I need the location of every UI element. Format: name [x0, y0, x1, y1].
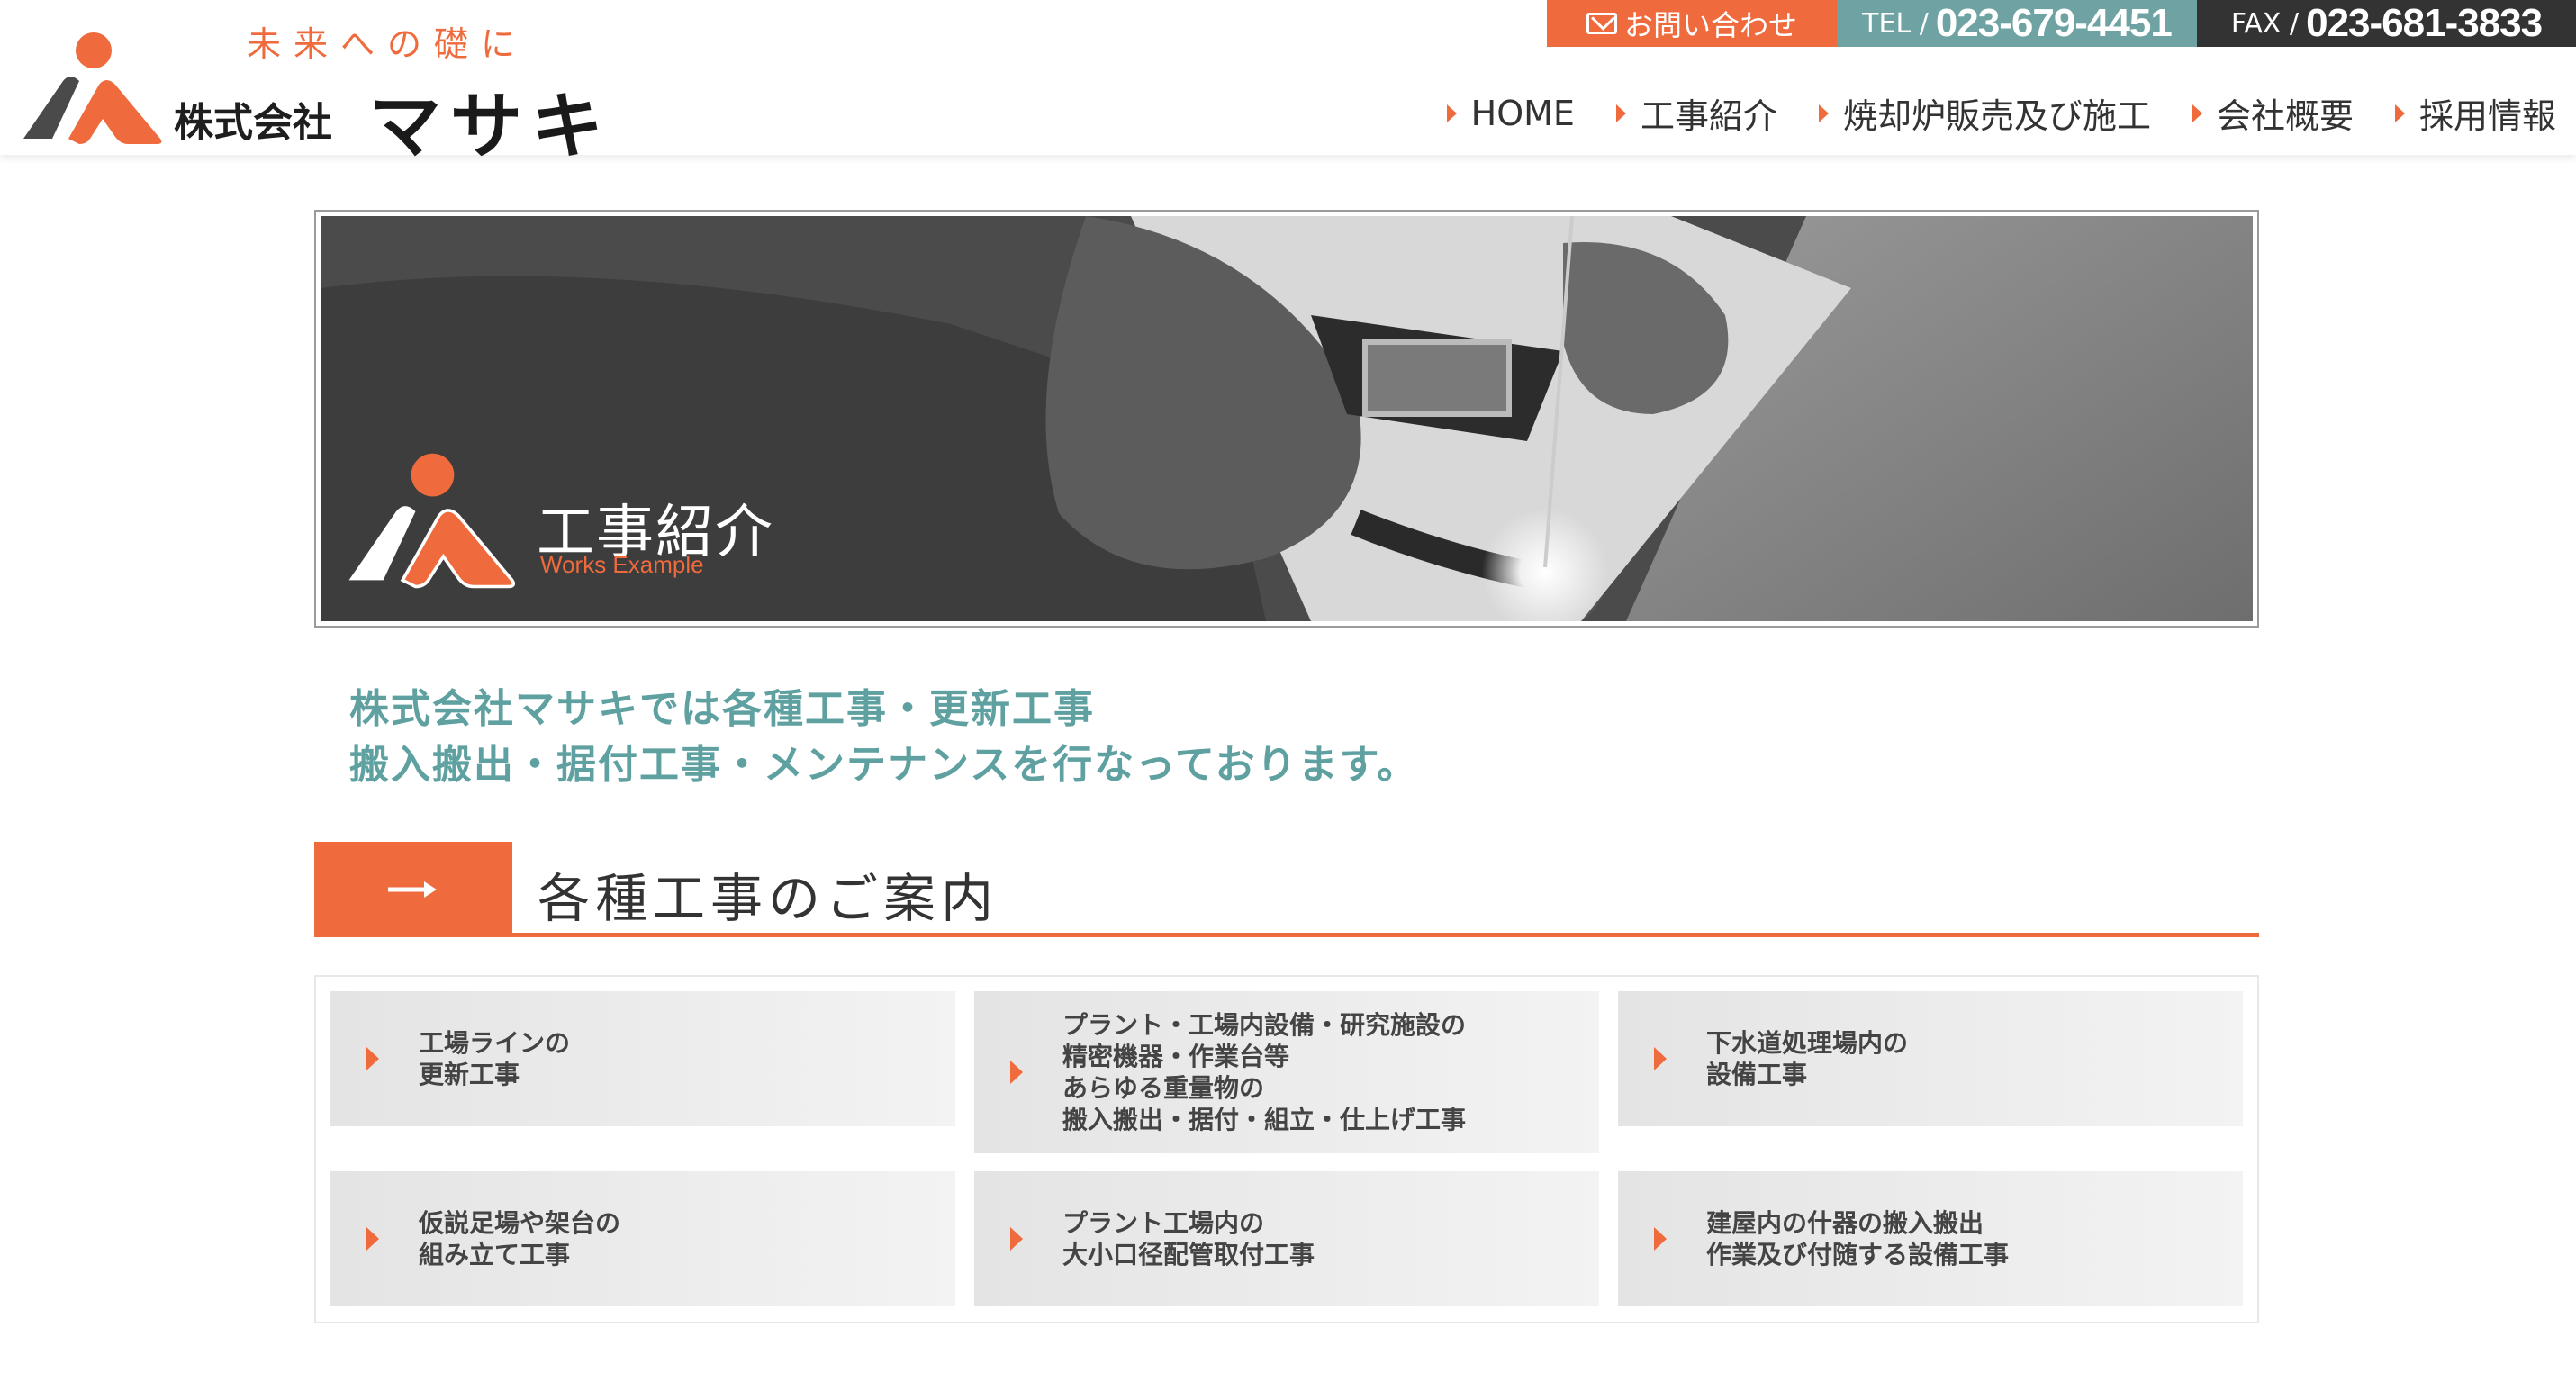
intro-text: 株式会社マサキでは各種工事・更新工事 搬入搬出・据付工事・メンテナンスを行なって… [349, 682, 1418, 793]
intro-line-1: 株式会社マサキでは各種工事・更新工事 [349, 686, 1095, 732]
nav-item-label: 採用情報 [2418, 96, 2556, 136]
fax-info: FAX / 023-681-3833 [2197, 0, 2576, 47]
nav-item-label: HOME [1470, 93, 1575, 133]
nav-item-recruit[interactable]: 採用情報 [2394, 88, 2556, 138]
service-card: 建屋内の什器の搬入搬出 作業及び付随する設備工事 [1618, 1171, 2243, 1306]
service-text: 下水道処理場内の 設備工事 [1706, 1028, 1909, 1089]
nav-item-company[interactable]: 会社概要 [2192, 88, 2354, 138]
caret-right-icon [2394, 104, 2405, 122]
caret-right-icon [1446, 104, 1457, 122]
caret-right-icon [366, 1227, 379, 1251]
tel-link[interactable]: TEL / 023-679-4451 [1837, 0, 2197, 47]
company-logo[interactable]: 未来への礎に 株式会社 マサキ [16, 9, 610, 168]
contact-button[interactable]: お問い合わせ [1547, 0, 1837, 47]
nav-item-label: 工事紹介 [1640, 96, 1777, 136]
service-card: 下水道処理場内の 設備工事 [1618, 991, 2243, 1126]
arrow-right-icon [388, 881, 437, 898]
tagline: 未来への礎に [247, 24, 529, 64]
mail-icon [1586, 13, 1617, 34]
page-banner: 工事紹介 Works Example [314, 210, 2259, 628]
service-text: 建屋内の什器の搬入搬出 作業及び付随する設備工事 [1706, 1208, 2010, 1269]
nav-item-home[interactable]: HOME [1446, 88, 1575, 138]
service-text: プラント・工場内設備・研究施設の 精密機器・作業台等 あらゆる重量物の 搬入搬出… [1062, 1010, 1467, 1134]
caret-right-icon [366, 1047, 379, 1070]
service-card: プラント工場内の 大小口径配管取付工事 [974, 1171, 1599, 1306]
intro-line-2: 搬入搬出・据付工事・メンテナンスを行なっております。 [349, 742, 1419, 788]
service-card: プラント・工場内設備・研究施設の 精密機器・作業台等 あらゆる重量物の 搬入搬出… [974, 991, 1599, 1153]
section-heading: 各種工事のご案内 [314, 842, 2259, 937]
main-nav: HOME 工事紹介 焼却炉販売及び施工 会社概要 採用情報 [1446, 88, 2556, 138]
caret-right-icon [1654, 1227, 1667, 1251]
service-text: プラント工場内の 大小口径配管取付工事 [1062, 1208, 1315, 1269]
banner-subtitle: Works Example [540, 551, 704, 578]
service-text: 仮説足場や架台の 組み立て工事 [419, 1208, 621, 1269]
company-prefix: 株式会社 [174, 100, 332, 146]
fax-number: 023-681-3833 [2306, 1, 2543, 45]
site-header: 未来への礎に 株式会社 マサキ お問い合わせ TEL / 023-679-445… [0, 0, 2576, 168]
company-logo-mark-icon [23, 32, 162, 144]
banner-logo-icon [348, 453, 516, 589]
section-title: 各種工事のご案内 [538, 868, 999, 929]
caret-right-icon [1615, 104, 1626, 122]
fax-label: FAX / [2230, 7, 2300, 40]
caret-right-icon [1654, 1047, 1667, 1070]
caret-right-icon [1818, 104, 1829, 122]
caret-right-icon [1010, 1061, 1023, 1084]
caret-right-icon [2192, 104, 2202, 122]
company-name: マサキ [369, 85, 612, 168]
service-card: 仮説足場や架台の 組み立て工事 [330, 1171, 955, 1306]
section-arrow-box [314, 842, 512, 937]
nav-item-incinerator[interactable]: 焼却炉販売及び施工 [1818, 88, 2151, 138]
service-card: 工場ラインの 更新工事 [330, 991, 955, 1126]
nav-item-label: 焼却炉販売及び施工 [1842, 96, 2151, 136]
nav-item-works[interactable]: 工事紹介 [1615, 88, 1777, 138]
tel-label: TEL / [1862, 7, 1929, 40]
service-text: 工場ラインの 更新工事 [419, 1028, 571, 1089]
services-grid: 工場ラインの 更新工事 プラント・工場内設備・研究施設の 精密機器・作業台等 あ… [314, 975, 2259, 1323]
contact-label: お問い合わせ [1623, 8, 1797, 42]
caret-right-icon [1010, 1227, 1023, 1251]
tel-number: 023-679-4451 [1935, 1, 2173, 45]
nav-item-label: 会社概要 [2216, 96, 2354, 136]
welding-photo: 工事紹介 Works Example [321, 216, 2253, 621]
